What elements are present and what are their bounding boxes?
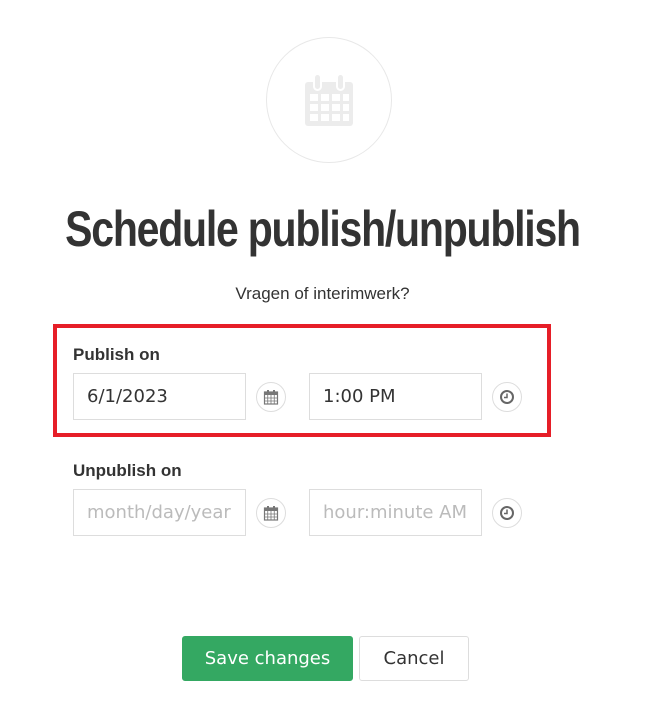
page-subtitle: Vragen of interimwerk? — [235, 284, 410, 303]
page-title: Schedule publish/unpublish — [65, 201, 581, 257]
unpublish-time-picker-button[interactable] — [492, 498, 522, 528]
unpublish-date-picker-button[interactable] — [256, 498, 286, 528]
save-changes-button[interactable]: Save changes — [182, 636, 353, 681]
hero-icon-circle — [266, 37, 392, 163]
cancel-button[interactable]: Cancel — [359, 636, 469, 681]
calendar-icon — [263, 390, 279, 405]
calendar-icon — [263, 506, 279, 521]
calendar-icon — [305, 73, 353, 126]
publish-date-picker-button[interactable] — [256, 382, 286, 412]
clock-icon — [500, 506, 514, 520]
unpublish-on-label: Unpublish on — [73, 461, 182, 480]
schedule-dialog: Schedule publish/unpublish Vragen of int… — [0, 0, 645, 705]
publish-time-input[interactable]: 1:00 PM — [309, 373, 482, 420]
unpublish-date-input[interactable]: month/day/year — [73, 489, 246, 536]
unpublish-time-input[interactable]: hour:minute AM — [309, 489, 482, 536]
clock-icon — [500, 390, 514, 404]
publish-date-input[interactable]: 6/1/2023 — [73, 373, 246, 420]
publish-time-picker-button[interactable] — [492, 382, 522, 412]
publish-on-label: Publish on — [73, 345, 160, 364]
